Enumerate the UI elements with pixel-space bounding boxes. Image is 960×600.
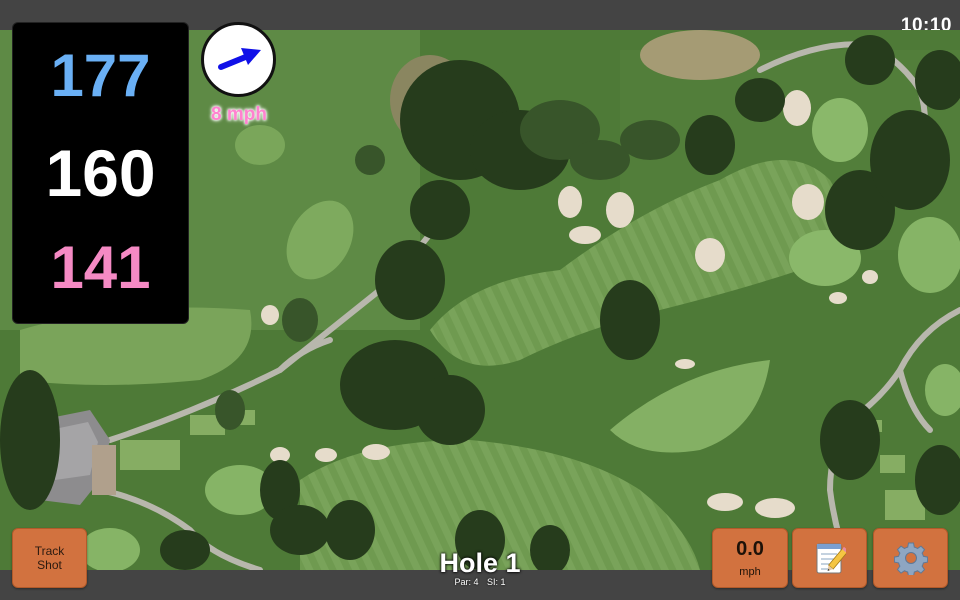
hole-title: Hole 1: [439, 548, 521, 578]
track-shot-button[interactable]: Track Shot: [12, 528, 87, 588]
speed-button[interactable]: 0.0 mph: [712, 528, 788, 588]
hole-info: Par: 4 SI: 1: [380, 577, 580, 587]
wind-arrow-icon: [218, 48, 261, 70]
speed-unit: mph: [739, 566, 761, 578]
wind-speed: 8 mph: [211, 104, 267, 125]
distance-panel: 177 160 141: [12, 22, 189, 324]
hole-par: Par: 4: [454, 577, 479, 587]
track-shot-label-line2: Shot: [37, 558, 62, 572]
middle-distance: 160: [45, 136, 156, 210]
wind-dial: [201, 22, 276, 97]
settings-button[interactable]: [873, 528, 948, 588]
front-distance: 141: [50, 234, 151, 301]
hole-stroke-index: SI: 1: [487, 577, 506, 587]
speed-value: 0.0: [736, 538, 764, 560]
notepad-icon: [816, 543, 846, 574]
track-shot-label-line1: Track: [34, 544, 65, 558]
back-distance: 177: [50, 42, 151, 109]
notes-button[interactable]: [792, 528, 867, 588]
gear-icon: [893, 542, 928, 575]
